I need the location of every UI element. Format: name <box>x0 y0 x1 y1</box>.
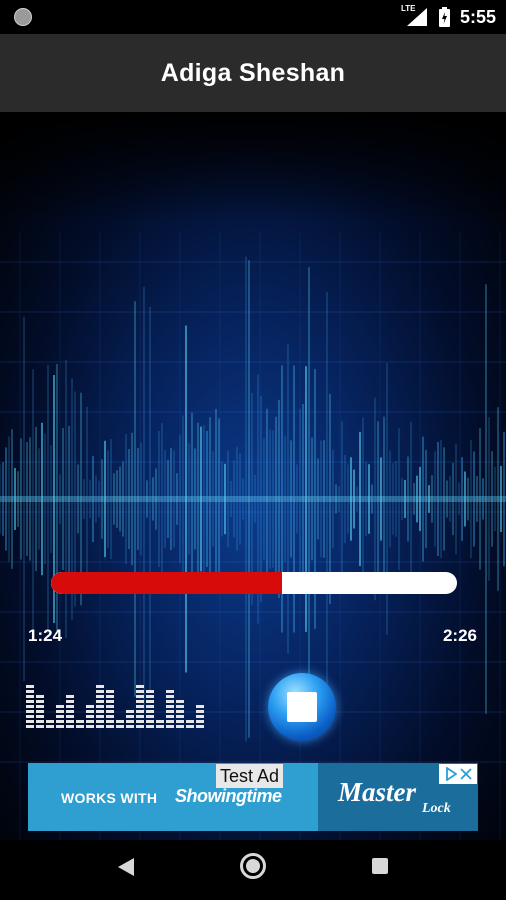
recents-icon[interactable] <box>372 858 388 874</box>
ad-brand-text: Showingtime <box>175 786 282 806</box>
progress-fill <box>51 572 283 594</box>
equalizer-bar <box>126 710 134 728</box>
test-ad-label: Test Ad <box>216 764 284 788</box>
equalizer-bar <box>76 720 84 728</box>
stop-button[interactable] <box>268 673 336 741</box>
equalizer-bar <box>186 720 194 728</box>
status-bar: LTE 5:55 <box>0 0 506 34</box>
equalizer-bar <box>66 695 74 728</box>
equalizer-icon <box>26 685 204 728</box>
equalizer-bar <box>136 685 144 728</box>
ad-banner[interactable]: WORKS WITH Showingtime Master Lock Test … <box>28 763 478 831</box>
adchoices-button[interactable] <box>439 764 477 784</box>
adchoices-icon <box>445 767 457 781</box>
page-title: Adiga Sheshan <box>160 58 346 87</box>
stop-icon <box>287 692 317 722</box>
elapsed-time: 1:24 <box>28 626 63 645</box>
total-duration: 2:26 <box>442 626 477 645</box>
home-icon[interactable] <box>240 853 266 879</box>
battery-charging-icon <box>438 7 450 27</box>
equalizer-bar <box>56 705 64 728</box>
equalizer-bar <box>96 685 104 728</box>
app-bar: Adiga Sheshan <box>0 34 506 112</box>
equalizer-bar <box>46 720 54 728</box>
ad-master-text: Master <box>338 777 417 807</box>
equalizer-bar <box>166 690 174 728</box>
equalizer-bar <box>106 690 114 728</box>
progress-bar[interactable] <box>51 572 457 594</box>
player-area: 1:24 2:26 <box>0 112 506 840</box>
equalizer-bar <box>36 695 44 728</box>
equalizer-bar <box>86 705 94 728</box>
signal-icon: LTE <box>401 4 429 28</box>
notification-dot-icon <box>14 8 32 26</box>
equalizer-bar <box>146 690 154 728</box>
status-icons: LTE 5:55 <box>401 4 496 28</box>
ad-works-with-text: WORKS WITH <box>61 790 158 806</box>
back-icon[interactable] <box>117 857 135 877</box>
close-icon[interactable] <box>459 768 472 780</box>
equalizer-bar <box>176 700 184 728</box>
equalizer-bar <box>196 705 204 728</box>
navigation-bar <box>0 840 506 900</box>
ad-lock-text: Lock <box>422 801 451 816</box>
clock-time: 5:55 <box>459 6 496 27</box>
equalizer-bar <box>116 720 124 728</box>
equalizer-bar <box>26 685 34 728</box>
equalizer-bar <box>156 720 164 728</box>
